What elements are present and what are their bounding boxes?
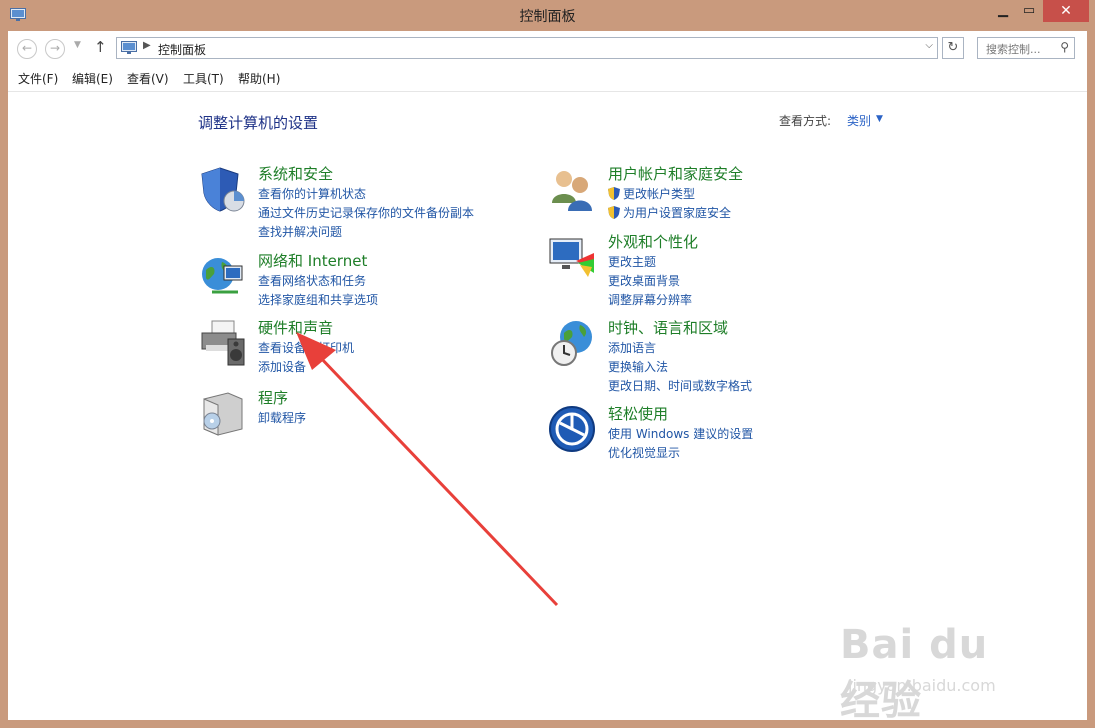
close-button[interactable]: ✕	[1043, 0, 1089, 22]
breadcrumb-control-panel[interactable]: 控制面板	[158, 41, 206, 58]
menu-edit[interactable]: 编辑(E)	[72, 70, 113, 87]
category-title[interactable]: 用户帐户和家庭安全	[608, 163, 743, 184]
up-button[interactable]: ↑	[94, 38, 107, 56]
category-title[interactable]: 轻松使用	[608, 403, 668, 424]
category-link[interactable]: 更改主题	[608, 253, 656, 270]
category-link[interactable]: 卸载程序	[258, 409, 306, 426]
breadcrumb-chevron-icon[interactable]: ▶	[143, 40, 151, 51]
category-link[interactable]: 添加设备	[258, 358, 306, 375]
category-link[interactable]: 查看你的计算机状态	[258, 185, 366, 202]
back-button[interactable]: ←	[17, 39, 37, 59]
menu-view[interactable]: 查看(V)	[127, 70, 169, 87]
category-link[interactable]: 使用 Windows 建议的设置	[608, 425, 753, 442]
menu-bar: 文件(F) 编辑(E) 查看(V) 工具(T) 帮助(H)	[8, 67, 1087, 89]
category-link[interactable]: 更改桌面背景	[608, 272, 680, 289]
watermark-url: jingyan.baidu.com	[848, 676, 996, 695]
minimize-button[interactable]: ▁	[990, 0, 1016, 22]
globe-clock-icon[interactable]	[548, 319, 596, 367]
address-dropdown-icon[interactable]: ⌵	[925, 40, 933, 51]
uac-shield-icon	[608, 187, 620, 200]
category-link[interactable]: 选择家庭组和共享选项	[258, 291, 378, 308]
category-link[interactable]: 调整屏幕分辨率	[608, 291, 692, 308]
category-title[interactable]: 网络和 Internet	[258, 250, 367, 271]
recent-locations-dropdown[interactable]: ▼	[74, 40, 81, 50]
shield-chart-icon[interactable]	[198, 165, 246, 213]
view-by-label: 查看方式:	[779, 114, 832, 128]
category-link[interactable]: 更改日期、时间或数字格式	[608, 377, 752, 394]
menu-divider	[8, 91, 1087, 92]
category-link[interactable]: 更改帐户类型	[608, 185, 695, 202]
baidu-jingyan-watermark: Bai du 经验 jingyan.baidu.com	[840, 622, 1040, 724]
uac-shield-icon	[608, 206, 620, 219]
category-link[interactable]: 优化视觉显示	[608, 444, 680, 461]
programs-box-icon[interactable]	[198, 389, 246, 437]
category-title[interactable]: 硬件和声音	[258, 317, 333, 338]
window-title: 控制面板	[519, 9, 576, 25]
category-link[interactable]: 更换输入法	[608, 358, 668, 375]
category-title[interactable]: 外观和个性化	[608, 231, 698, 252]
client-area: ← → ▼ ↑ ▶ 控制面板 ⌵ ↻ 搜索控制... ⚲ 文件(F) 编辑(E)…	[8, 31, 1087, 720]
menu-help[interactable]: 帮助(H)	[238, 70, 280, 87]
menu-file[interactable]: 文件(F)	[18, 70, 58, 87]
category-title[interactable]: 程序	[258, 387, 288, 408]
refresh-button[interactable]: ↻	[942, 37, 964, 59]
category-link[interactable]: 查看网络状态和任务	[258, 272, 366, 289]
monitor-palette-icon[interactable]	[548, 233, 596, 281]
category-link[interactable]: 查看设备和打印机	[258, 339, 354, 356]
navigation-bar: ← → ▼ ↑ ▶ 控制面板 ⌵ ↻ 搜索控制... ⚲	[8, 31, 1087, 65]
category-link[interactable]: 添加语言	[608, 339, 656, 356]
category-link-text[interactable]: 更改帐户类型	[623, 187, 695, 201]
search-icon[interactable]: ⚲	[1060, 40, 1069, 54]
control-panel-window: 控制面板 ▁ ▭ ✕ ← → ▼ ↑ ▶ 控制面板 ⌵ ↻ 搜索控制... ⚲ …	[0, 0, 1095, 728]
search-placeholder: 搜索控制...	[986, 43, 1041, 56]
watermark-logo: Bai du 经验	[840, 622, 989, 724]
menu-tools[interactable]: 工具(T)	[183, 70, 224, 87]
forward-button[interactable]: →	[45, 39, 65, 59]
title-bar[interactable]: 控制面板 ▁ ▭ ✕	[0, 0, 1095, 31]
category-title[interactable]: 时钟、语言和区域	[608, 317, 728, 338]
address-bar[interactable]: ▶ 控制面板 ⌵	[116, 37, 938, 59]
printer-speaker-icon[interactable]	[198, 319, 246, 367]
view-by-dropdown[interactable]: 类别	[847, 112, 871, 129]
maximize-button[interactable]: ▭	[1016, 0, 1042, 22]
category-link[interactable]: 通过文件历史记录保存你的文件备份副本	[258, 204, 474, 221]
ease-of-access-icon[interactable]	[548, 405, 596, 453]
category-link-text[interactable]: 为用户设置家庭安全	[623, 206, 731, 220]
globe-network-icon[interactable]	[198, 252, 246, 300]
search-input[interactable]: 搜索控制... ⚲	[977, 37, 1075, 59]
category-title[interactable]: 系统和安全	[258, 163, 333, 184]
users-icon[interactable]	[548, 165, 596, 213]
view-by-caret-icon[interactable]: ▼	[876, 114, 883, 124]
category-link[interactable]: 查找并解决问题	[258, 223, 342, 240]
category-link[interactable]: 为用户设置家庭安全	[608, 204, 731, 221]
control-panel-icon	[121, 41, 137, 54]
page-title: 调整计算机的设置	[198, 114, 319, 132]
